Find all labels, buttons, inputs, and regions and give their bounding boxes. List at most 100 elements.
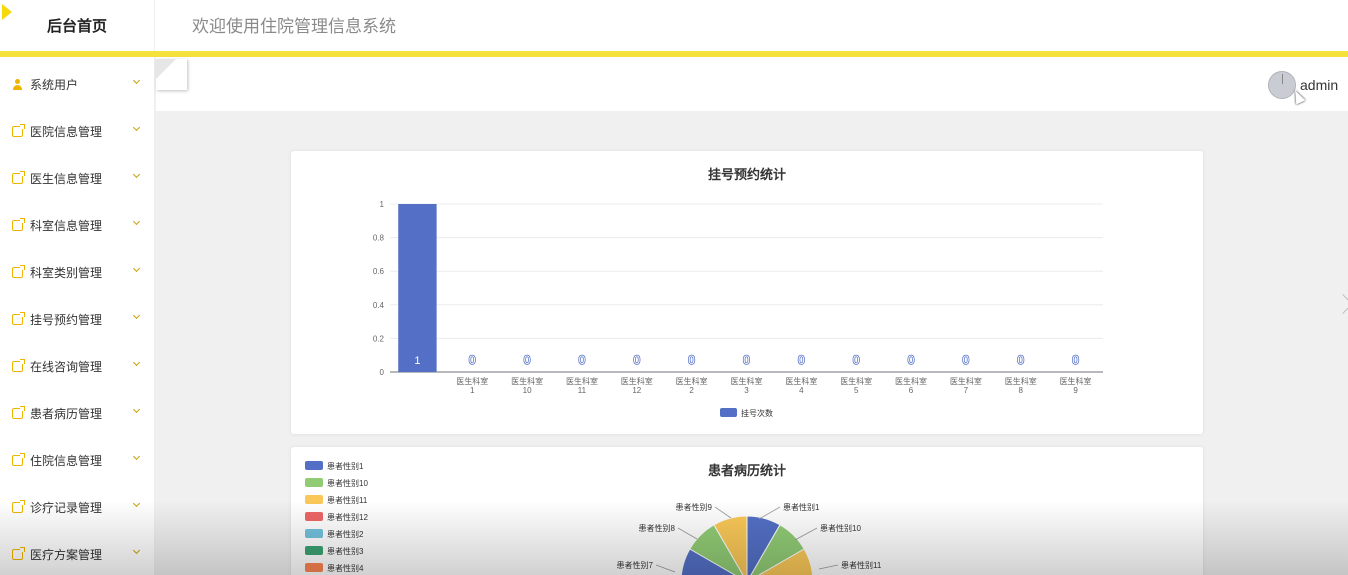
y-tick-label: 0.6 (373, 267, 385, 276)
chevron-down-icon (132, 264, 141, 273)
x-tick-label: 4 (799, 386, 804, 395)
x-tick-label: 医生科室 (456, 376, 488, 386)
sidebar-item-treatment-plan[interactable]: 医疗方案管理 (0, 531, 155, 575)
bar-data-label: 0 (798, 353, 805, 367)
sidebar-item-appointment[interactable]: 挂号预约管理 (0, 296, 155, 343)
sidebar-item-doctor[interactable]: 医生信息管理 (0, 155, 155, 202)
pie-label: 患者性别10 (820, 523, 861, 533)
leader-line (714, 506, 732, 519)
leader-line (794, 527, 818, 541)
sidebar-item-label: 科室类别管理 (30, 266, 103, 280)
leader-line (655, 564, 676, 573)
doc-icon (12, 124, 25, 137)
sidebar-item-hospital[interactable]: 医院信息管理 (0, 108, 155, 155)
brand-home[interactable]: 后台首页 (0, 0, 155, 51)
legend-label: 患者性别3 (327, 546, 364, 556)
x-tick-label: 3 (744, 386, 749, 395)
chevron-down-icon (132, 217, 141, 226)
sub-header (156, 57, 1348, 111)
bar (398, 204, 437, 372)
sidebar-item-label: 在线咨询管理 (30, 360, 103, 374)
legend-label: 患者性别12 (327, 512, 368, 522)
legend-swatch (305, 461, 323, 470)
sidebar-item-label: 住院信息管理 (30, 454, 103, 468)
doc-icon (12, 453, 25, 466)
sidebar-item-label: 诊疗记录管理 (30, 501, 103, 515)
doc-icon (12, 359, 25, 372)
sidebar-item-label: 医疗方案管理 (30, 548, 103, 562)
legend-swatch (305, 512, 323, 521)
legend-swatch (305, 478, 323, 487)
x-tick-label: 6 (909, 386, 914, 395)
x-tick-label: 5 (854, 386, 859, 395)
x-tick-label: 医生科室 (895, 376, 927, 386)
x-tick-label: 医生科室 (566, 376, 598, 386)
bar-data-label: 0 (853, 353, 860, 367)
chevron-down-icon (132, 358, 141, 367)
bar-data-label: 0 (579, 353, 586, 367)
sidebar-item-label: 系统用户 (30, 78, 79, 92)
sidebar-item-inpatient[interactable]: 住院信息管理 (0, 437, 155, 484)
y-tick-label: 1 (380, 200, 385, 209)
x-tick-label: 医生科室 (1060, 376, 1092, 386)
sidebar-item-consultation[interactable]: 在线咨询管理 (0, 343, 155, 390)
sidebar-item-medical-record[interactable]: 患者病历管理 (0, 390, 155, 437)
x-tick-label: 医生科室 (950, 376, 982, 386)
bar-chart: 00.20.40.60.811 0医生科室10医生科室100医生科室110医生科室… (373, 200, 1103, 418)
doc-icon (12, 547, 25, 560)
sidebar-item-label: 挂号预约管理 (30, 313, 103, 327)
pie-label: 患者性别1 (783, 502, 820, 512)
legend-swatch (305, 563, 323, 572)
x-tick-label: 11 (578, 386, 587, 395)
x-tick-label: 7 (964, 386, 969, 395)
sidebar-item-label: 科室信息管理 (30, 219, 103, 233)
bar-data-label: 0 (1017, 353, 1024, 367)
x-tick-label: 医生科室 (1005, 376, 1037, 386)
legend-swatch (720, 408, 737, 417)
bar-data-label: 0 (688, 353, 695, 367)
sidebar-item-label: 医院信息管理 (30, 125, 103, 139)
chevron-down-icon (132, 499, 141, 508)
legend-label: 患者性别1 (327, 461, 364, 471)
pie-label: 患者性别8 (639, 523, 676, 533)
doc-icon (12, 500, 25, 513)
legend-swatch (305, 495, 323, 504)
pie-label: 患者性别7 (617, 560, 654, 570)
x-tick-label: 医生科室 (840, 376, 872, 386)
sidebar-item-system-users[interactable]: 系统用户 (0, 61, 155, 108)
user-name[interactable]: admin (1300, 77, 1338, 93)
sidebar-item-label: 患者病历管理 (30, 407, 103, 421)
chevron-down-icon (132, 405, 141, 414)
doc-icon (12, 312, 25, 325)
doc-icon (12, 406, 25, 419)
x-tick-label: 医生科室 (676, 376, 708, 386)
sidebar-item-label: 医生信息管理 (30, 172, 103, 186)
sidebar-item-treatment-record[interactable]: 诊疗记录管理 (0, 484, 155, 531)
page-title: 欢迎使用住院管理信息系统 (192, 17, 396, 36)
x-tick-label: 医生科室 (731, 376, 763, 386)
medical-record-chart-card: 患者病历统计 患者性别1 患者性别10 患者性别11 患者性别12 患者性别2 患者性别3… (291, 447, 1203, 575)
y-tick-label: 0.2 (373, 334, 385, 343)
bar-data-label: 0 (743, 353, 750, 367)
x-tick-label: 1 (470, 386, 475, 395)
x-tick-label: 医生科室 (511, 376, 543, 386)
sidebar-item-department[interactable]: 科室信息管理 (0, 202, 155, 249)
x-tick-label: 医生科室 (785, 376, 817, 386)
bar-data-label: 0 (1072, 353, 1079, 367)
sidebar-toggle-button[interactable] (156, 59, 187, 90)
x-tick-label: 2 (689, 386, 694, 395)
doc-icon (12, 218, 25, 231)
pie-label: 患者性别11 (841, 560, 882, 570)
chevron-down-icon (132, 546, 141, 555)
legend-label: 患者性别11 (327, 495, 368, 505)
leader-line (758, 506, 781, 520)
bar-data-label: 0 (963, 353, 970, 367)
sidebar-item-department-category[interactable]: 科室类别管理 (0, 249, 155, 296)
x-tick-label: 10 (523, 386, 532, 395)
legend-swatch (305, 546, 323, 555)
y-tick-label: 0 (380, 368, 385, 377)
legend-label: 患者性别2 (327, 529, 364, 539)
chevron-right-icon[interactable] (1333, 294, 1348, 314)
legend-label: 患者性别4 (327, 563, 364, 573)
appointment-chart-card: 挂号预约统计 0 0.2 0.4 0.6 0.8 1 1 0 医生科室 1 0 医生科室 10 0 医生科室… (291, 151, 1203, 434)
